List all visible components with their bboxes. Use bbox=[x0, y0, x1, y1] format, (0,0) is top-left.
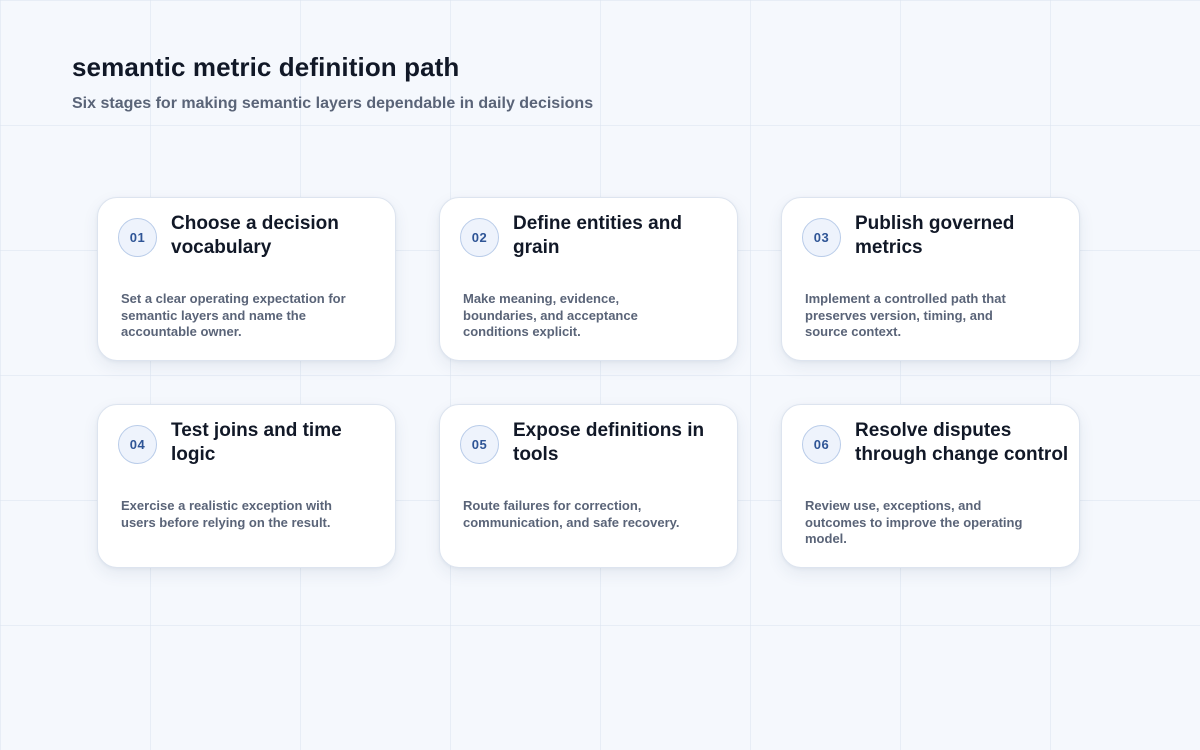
stage-card-03: 03 Publish governed metrics Implement a … bbox=[781, 197, 1080, 361]
stage-description: Route failures for correction, communica… bbox=[463, 498, 680, 530]
stage-description: Make meaning, evidence, boundaries, and … bbox=[463, 291, 638, 339]
stage-number-badge: 01 bbox=[118, 218, 157, 257]
stage-title: Choose a decision vocabulary bbox=[171, 213, 339, 258]
stage-grid: 01 Choose a decision vocabulary Set a cl… bbox=[97, 197, 1080, 568]
stage-title: Resolve disputes through change control bbox=[855, 420, 1069, 465]
stage-description: Review use, exceptions, and outcomes to … bbox=[805, 498, 1023, 546]
stage-card-06: 06 Resolve disputes through change contr… bbox=[781, 404, 1080, 568]
stage-card-04: 04 Test joins and time logic Exercise a … bbox=[97, 404, 396, 568]
stage-number-badge: 03 bbox=[802, 218, 841, 257]
stage-number-badge: 05 bbox=[460, 425, 499, 464]
stage-number-badge: 04 bbox=[118, 425, 157, 464]
stage-card-05: 05 Expose definitions in tools Route fai… bbox=[439, 404, 738, 568]
stage-description: Exercise a realistic exception with user… bbox=[121, 498, 332, 530]
stage-card-01: 01 Choose a decision vocabulary Set a cl… bbox=[97, 197, 396, 361]
page-title: semantic metric definition path bbox=[72, 52, 460, 82]
stage-title: Define entities and grain bbox=[513, 213, 682, 258]
stage-title: Expose definitions in tools bbox=[513, 420, 705, 465]
stage-title: Test joins and time logic bbox=[171, 420, 342, 465]
stage-description: Implement a controlled path that preserv… bbox=[805, 291, 1006, 339]
stage-title: Publish governed metrics bbox=[855, 213, 1015, 258]
stage-description: Set a clear operating expectation for se… bbox=[121, 291, 346, 339]
stage-number-badge: 06 bbox=[802, 425, 841, 464]
stage-card-02: 02 Define entities and grain Make meanin… bbox=[439, 197, 738, 361]
page-subtitle: Six stages for making semantic layers de… bbox=[72, 95, 594, 112]
stage-number-badge: 02 bbox=[460, 218, 499, 257]
